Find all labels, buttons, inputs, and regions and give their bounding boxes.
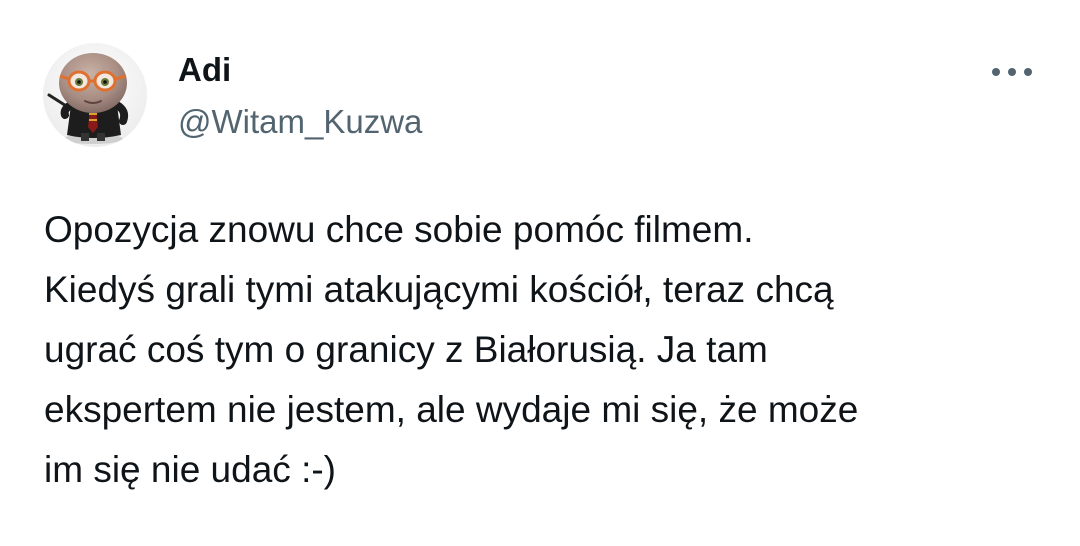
tweet-card: Adi @Witam_Kuzwa Opozycja znowu chce sob… — [0, 0, 1080, 546]
author-display-name[interactable]: Adi — [178, 50, 422, 90]
more-horizontal-icon — [992, 68, 1032, 76]
more-options-button[interactable] — [980, 52, 1044, 92]
tweet-author: Adi @Witam_Kuzwa — [178, 50, 422, 142]
avatar[interactable] — [43, 43, 147, 147]
author-handle[interactable]: @Witam_Kuzwa — [178, 102, 422, 142]
avatar-image — [43, 43, 147, 147]
tweet-text: Opozycja znowu chce sobie pomóc filmem. … — [44, 209, 859, 490]
